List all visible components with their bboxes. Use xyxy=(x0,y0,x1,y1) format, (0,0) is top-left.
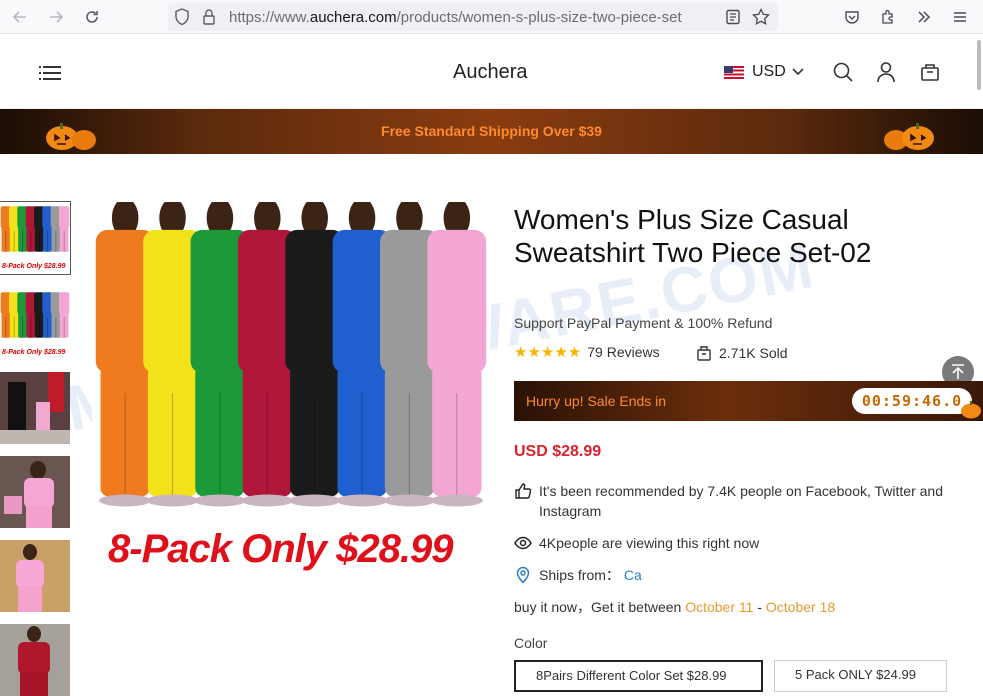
viewing-row: 4Kpeople are viewing this right now xyxy=(514,533,759,553)
search-icon[interactable] xyxy=(832,61,854,83)
thumbnail-caption: 8-Pack Only $28.99 xyxy=(2,349,66,356)
sale-countdown-bar: Hurry up! Sale Ends in 00:59:46.0 xyxy=(514,381,983,421)
location-pin-icon xyxy=(516,566,530,584)
currency-selector[interactable]: USD xyxy=(724,63,804,81)
outfit-figure xyxy=(427,202,487,507)
thumbnail-1[interactable]: 8-Pack Only $28.99 xyxy=(0,201,71,275)
sale-text: Hurry up! Sale Ends in xyxy=(526,393,667,409)
browser-toolbar: https://www.auchera.com/products/women-s… xyxy=(0,0,983,34)
thumbnail-4[interactable] xyxy=(0,456,70,528)
outfit-figure xyxy=(59,206,70,252)
chevron-down-icon xyxy=(792,68,804,76)
reload-icon[interactable] xyxy=(80,5,104,29)
ships-from-row: Ships from： Ca xyxy=(514,565,642,585)
thumbnail-caption: 8-Pack Only $28.99 xyxy=(2,263,66,270)
site-header: Auchera USD xyxy=(0,35,983,109)
reader-view-icon[interactable] xyxy=(725,9,741,30)
shield-icon[interactable] xyxy=(174,8,190,31)
back-arrow-icon[interactable] xyxy=(8,5,32,29)
rating[interactable]: ★★★★★ 79 Reviews xyxy=(514,343,660,361)
extensions-icon[interactable] xyxy=(876,5,900,29)
page-scrollbar[interactable] xyxy=(977,40,981,90)
url-bar[interactable]: https://www.auchera.com/products/women-s… xyxy=(168,3,778,31)
support-text: Support PayPal Payment & 100% Refund xyxy=(514,315,773,331)
arrow-up-icon xyxy=(952,364,964,379)
promo-banner: Free Standard Shipping Over $39 xyxy=(0,109,983,154)
countdown-timer: 00:59:46.0 xyxy=(852,388,972,414)
thumbs-up-icon xyxy=(515,483,532,499)
bookmark-star-icon[interactable] xyxy=(752,7,770,31)
delivery-date-sep: - xyxy=(753,599,766,615)
star-rating-icon: ★★★★★ xyxy=(514,344,582,361)
url-text[interactable]: https://www.auchera.com/products/women-s… xyxy=(229,9,715,26)
pumpkin-icon xyxy=(961,401,981,419)
ships-label: Ships from： xyxy=(539,567,620,583)
menu-icon[interactable] xyxy=(39,65,61,81)
delivery-prefix: buy it now，Get it between xyxy=(514,599,686,615)
account-icon[interactable] xyxy=(875,61,897,83)
outfit-figure xyxy=(59,292,70,338)
product-price: USD $28.99 xyxy=(514,443,602,460)
color-label: Color xyxy=(514,635,548,651)
pocket-icon[interactable] xyxy=(840,5,864,29)
pumpkin-icon xyxy=(884,123,934,150)
thumbnail-6[interactable] xyxy=(0,624,70,696)
recommend-text: It's been recommended by 7.4K people on … xyxy=(539,483,943,519)
ships-value: Ca xyxy=(623,567,642,583)
thumbnail-3[interactable] xyxy=(0,372,70,444)
cart-icon[interactable] xyxy=(919,61,941,83)
sold-text: 2.71K Sold xyxy=(719,345,788,361)
site-logo[interactable]: Auchera xyxy=(453,61,528,84)
delivery-date-from: October 11 xyxy=(685,599,754,615)
recommend-row: It's been recommended by 7.4K people on … xyxy=(514,481,979,521)
eye-icon xyxy=(514,536,532,550)
main-image-caption: 8-Pack Only $28.99 xyxy=(108,527,453,571)
forward-arrow-icon[interactable] xyxy=(44,5,68,29)
delivery-row: buy it now，Get it between October 11 - O… xyxy=(514,597,835,617)
delivery-date-to: October 18 xyxy=(765,599,836,615)
sold-count: 2.71K Sold xyxy=(696,345,788,361)
bag-icon xyxy=(697,346,711,361)
lock-icon[interactable] xyxy=(202,8,216,31)
promo-text: Free Standard Shipping Over $39 xyxy=(381,123,602,139)
more-tools-icon[interactable] xyxy=(912,5,936,29)
hamburger-menu-icon[interactable] xyxy=(948,5,972,29)
thumbnail-5[interactable] xyxy=(0,540,70,612)
color-option-2[interactable]: 5 Pack ONLY $24.99 xyxy=(774,660,947,692)
currency-label: USD xyxy=(752,63,786,80)
us-flag-icon xyxy=(724,65,744,79)
viewing-text: 4Kpeople are viewing this right now xyxy=(539,535,760,551)
color-option-1[interactable]: 8Pairs Different Color Set $28.99 xyxy=(514,660,763,692)
thumbnail-2[interactable]: 8-Pack Only $28.99 xyxy=(0,288,70,360)
product-title: Women's Plus Size Casual Sweatshirt Two … xyxy=(514,204,872,268)
reviews-count[interactable]: 79 Reviews xyxy=(587,344,659,360)
